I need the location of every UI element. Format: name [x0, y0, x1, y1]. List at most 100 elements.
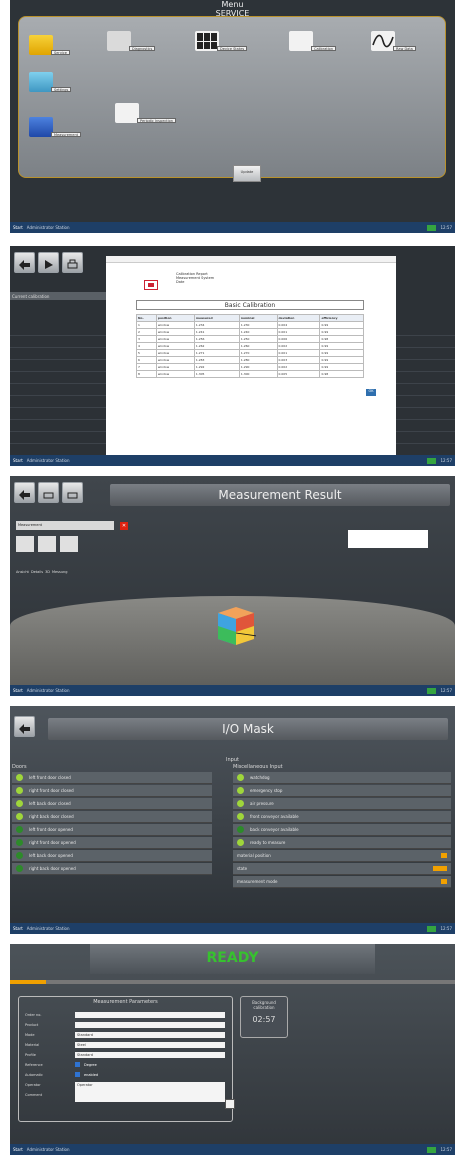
start-button[interactable]: Start: [13, 926, 23, 931]
start-button[interactable]: Start: [13, 225, 23, 230]
table-cell: 1: [136, 321, 157, 329]
pdf-viewer[interactable]: Calibration Report Measurement System Da…: [106, 256, 396, 456]
ok-button[interactable]: OK: [366, 389, 376, 396]
menu-item-service[interactable]: Service: [29, 35, 70, 55]
status-led-icon: [16, 826, 23, 833]
taskbar-app[interactable]: Administrator Station: [27, 458, 70, 463]
io-item: watchdog: [233, 772, 451, 784]
table-cell: 0.99: [319, 321, 364, 329]
table-cell: window: [155, 328, 195, 336]
parameter-row: Reference Degree: [25, 1061, 225, 1068]
taskbar-app[interactable]: Administrator Station: [27, 225, 70, 230]
parameter-label: Mode: [25, 1032, 35, 1037]
table-cell: 6: [136, 356, 157, 364]
print-button[interactable]: [38, 482, 59, 503]
table-cell: 0.001: [276, 349, 321, 357]
parameter-field[interactable]: [75, 1087, 225, 1102]
start-measure-button[interactable]: [38, 252, 59, 273]
3d-cube[interactable]: [214, 603, 256, 647]
back-button[interactable]: [14, 716, 35, 737]
status-tag: [433, 866, 447, 871]
table-cell: 0.98: [319, 335, 364, 343]
table-cell: 1.283: [193, 356, 240, 364]
menu-item-measurement[interactable]: Measurement: [29, 117, 82, 137]
measurement-result-panel: Measurement Result Measurement ✕ Ansicht…: [10, 476, 455, 696]
menu-item-device-states[interactable]: Device States: [195, 31, 248, 51]
tab-3d[interactable]: 3D: [45, 570, 50, 574]
status-led-icon: [16, 865, 23, 872]
io-item-label: left back door closed: [29, 801, 71, 806]
io-item-label: left front door closed: [29, 775, 71, 780]
parameter-row: Automatic enabled: [25, 1071, 225, 1078]
printer-icon: [67, 492, 78, 499]
start-button[interactable]: Start: [13, 688, 23, 693]
start-button[interactable]: Start: [13, 458, 23, 463]
report-header-info: Calibration Report Measurement System Da…: [176, 272, 215, 284]
parameter-field[interactable]: Standard: [75, 1051, 225, 1058]
parameter-label: Comment: [25, 1092, 43, 1097]
io-item-label: ready to measure: [250, 840, 286, 845]
menu-item-settings[interactable]: Settings: [29, 72, 72, 92]
tab-view[interactable]: Ansicht: [16, 570, 29, 574]
network-icon: [427, 925, 437, 932]
taskbar-app[interactable]: Administrator Station: [27, 688, 70, 693]
result-tabs: Ansicht Details 3D Messung: [16, 570, 67, 574]
measurement-parameters-panel: READY Measurement Parameters Order no. Pr…: [10, 944, 455, 1155]
menu-item-diagnostics[interactable]: Diagnostics: [107, 31, 156, 51]
parameter-field[interactable]: enabled: [82, 1072, 225, 1078]
export-button[interactable]: [62, 482, 83, 503]
parameter-field[interactable]: Standard: [75, 1031, 225, 1038]
table-cell: 1.250: [238, 335, 278, 343]
parameter-label: Product: [25, 1022, 39, 1027]
io-item: emergency stop: [233, 785, 451, 797]
taskbar-app[interactable]: Administrator Station: [27, 1147, 70, 1152]
io-item: measurement mode: [233, 876, 451, 888]
view-button[interactable]: [16, 536, 34, 552]
menu-item-calibration[interactable]: Calibration: [289, 31, 337, 51]
taskbar-clock: 12:57: [440, 458, 452, 463]
table-cell: 0.003: [276, 356, 321, 364]
tab-details[interactable]: Details: [31, 570, 43, 574]
io-item-label: state: [237, 866, 248, 871]
close-icon[interactable]: ✕: [120, 522, 128, 530]
pdf-toolbar[interactable]: [106, 256, 396, 263]
parameter-field[interactable]: Degree: [82, 1062, 225, 1068]
save-icon[interactable]: [225, 1099, 235, 1109]
taskbar-app[interactable]: Administrator Station: [27, 926, 70, 931]
menu-item-periodic-inspection[interactable]: Periodic Inspection: [115, 103, 177, 123]
checkbox[interactable]: [75, 1062, 80, 1067]
tool-button[interactable]: [60, 536, 78, 552]
status-led-icon: [237, 826, 244, 833]
table-cell: 1.305: [193, 370, 240, 378]
io-item: air pressure: [233, 798, 451, 810]
menu-item-raw-data[interactable]: Raw Data: [371, 31, 416, 51]
back-button[interactable]: [14, 482, 35, 503]
taskbar: Start Administrator Station 12:57: [10, 923, 455, 934]
background-calibration-title: Background calibration: [252, 1000, 276, 1010]
measurement-selector[interactable]: Measurement: [16, 521, 114, 530]
parameter-field[interactable]: [75, 1021, 225, 1028]
table-cell: window: [155, 356, 195, 364]
tool-button[interactable]: [38, 536, 56, 552]
table-cell: 0.99: [319, 328, 364, 336]
start-button[interactable]: Start: [13, 1147, 23, 1152]
background-calibration-box: Background calibration 02:57: [240, 996, 288, 1038]
io-item-label: left back door opened: [29, 853, 73, 858]
checkbox[interactable]: [75, 1072, 80, 1077]
arrow-left-icon: [19, 724, 30, 734]
service-menu-box: Service Diagnostics Device States Calibr…: [18, 16, 446, 182]
taskbar-clock: 12:57: [440, 1147, 452, 1152]
status-led-icon: [237, 774, 244, 781]
update-button[interactable]: Update: [233, 165, 261, 182]
play-icon: [45, 260, 53, 269]
table-cell: 1.234: [193, 321, 240, 329]
tab-measurement[interactable]: Messung: [52, 570, 67, 574]
parameter-field[interactable]: [75, 1011, 225, 1018]
parameter-field[interactable]: Steel: [75, 1041, 225, 1048]
taskbar-clock: 12:57: [440, 688, 452, 693]
back-button[interactable]: [14, 252, 35, 273]
print-button[interactable]: [62, 252, 83, 273]
printer-icon: [67, 259, 78, 269]
table-cell: 4: [136, 342, 157, 350]
table-header-cell: measured: [193, 314, 240, 322]
